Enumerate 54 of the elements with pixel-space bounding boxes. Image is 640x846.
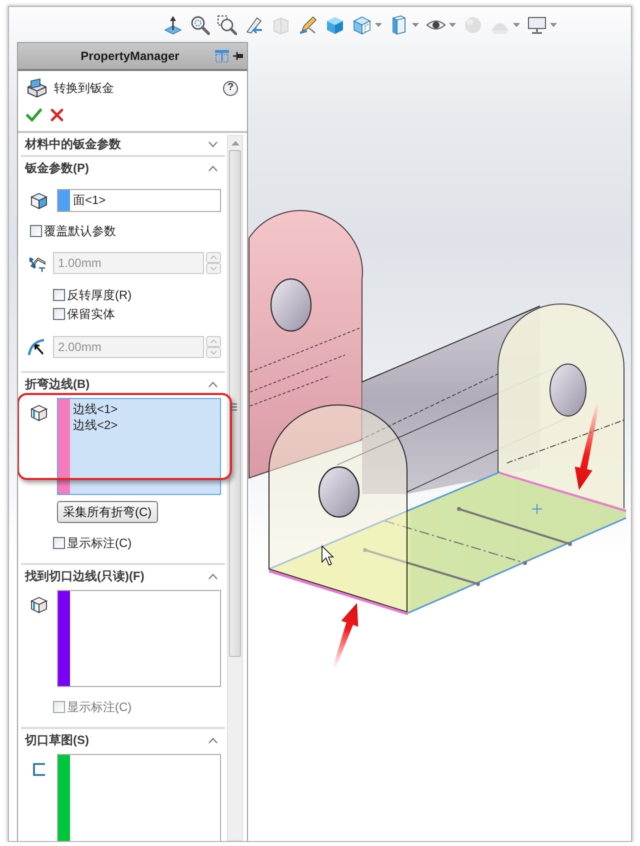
close-icon[interactable]: [50, 108, 64, 122]
cube-icon[interactable]: [325, 14, 345, 34]
checkbox-label: 显示标注(C): [67, 534, 132, 552]
axis-icon[interactable]: [163, 14, 183, 34]
chevron-up-icon[interactable]: [208, 572, 218, 580]
list-item[interactable]: 边线<1>: [73, 401, 118, 417]
grip-icon[interactable]: [230, 403, 237, 411]
section-title[interactable]: 折弯边线(B): [25, 376, 208, 392]
arc-arrow-icon: [27, 337, 47, 357]
zoom-icon[interactable]: [190, 14, 210, 34]
pencil-icon[interactable]: [298, 14, 318, 34]
chevron-up-icon[interactable]: [208, 164, 218, 172]
checkbox-label: 保留实体: [67, 306, 115, 322]
box-icon: [25, 78, 49, 98]
pen-icon[interactable]: [244, 14, 264, 34]
monitor-icon[interactable]: [527, 14, 547, 34]
selection-list[interactable]: 边线<1> 边线<2>: [57, 398, 221, 495]
center-mark-icon: [532, 504, 542, 514]
caret-icon[interactable]: [412, 22, 419, 26]
section-title[interactable]: 材料中的钣金参数: [25, 136, 208, 152]
checkbox[interactable]: [53, 537, 65, 549]
scrollbar[interactable]: [227, 135, 243, 841]
caret-icon[interactable]: [375, 22, 382, 26]
selection-field[interactable]: 面<1>: [57, 189, 221, 212]
cube-edge-icon: [30, 596, 48, 614]
scroll-thumb[interactable]: [229, 150, 241, 657]
cursor-icon: [322, 545, 334, 566]
check-icon[interactable]: [26, 107, 42, 123]
selection-list[interactable]: [57, 590, 221, 687]
checkbox-label: 反转厚度(R): [67, 286, 132, 304]
help-button[interactable]: ?: [223, 80, 238, 96]
section-title[interactable]: 找到切口边线(只读)(F): [25, 568, 208, 584]
chevron-up-icon[interactable]: [208, 736, 218, 744]
checkbox-label: 显示标注(C): [67, 698, 132, 716]
cube-icon: [30, 192, 48, 210]
feature-title: 转换到钣金: [54, 80, 115, 96]
checkbox[interactable]: [30, 225, 42, 237]
list-item[interactable]: 边线<2>: [73, 417, 118, 433]
arrow: [332, 603, 358, 668]
action-button[interactable]: 采集所有折弯(C): [57, 501, 158, 523]
checkbox-label: 覆盖默认参数: [44, 222, 116, 240]
section-title[interactable]: 切口草图(S): [25, 732, 208, 748]
bracket-icon: [30, 760, 48, 778]
caret-icon[interactable]: [550, 22, 557, 26]
section-title[interactable]: 钣金参数(P): [25, 160, 208, 176]
zoom-box-icon[interactable]: [217, 14, 237, 34]
scroll-up-icon[interactable]: [230, 140, 240, 146]
cube-edge-icon: [30, 404, 48, 422]
pin-icon[interactable]: [232, 50, 244, 62]
wireframe-cube-icon[interactable]: [352, 14, 372, 34]
panel-title: PropertyManager: [80, 49, 180, 63]
chevron-up-icon[interactable]: [208, 380, 218, 388]
chevron-down-icon[interactable]: [208, 140, 218, 148]
caret-icon[interactable]: [449, 22, 456, 26]
